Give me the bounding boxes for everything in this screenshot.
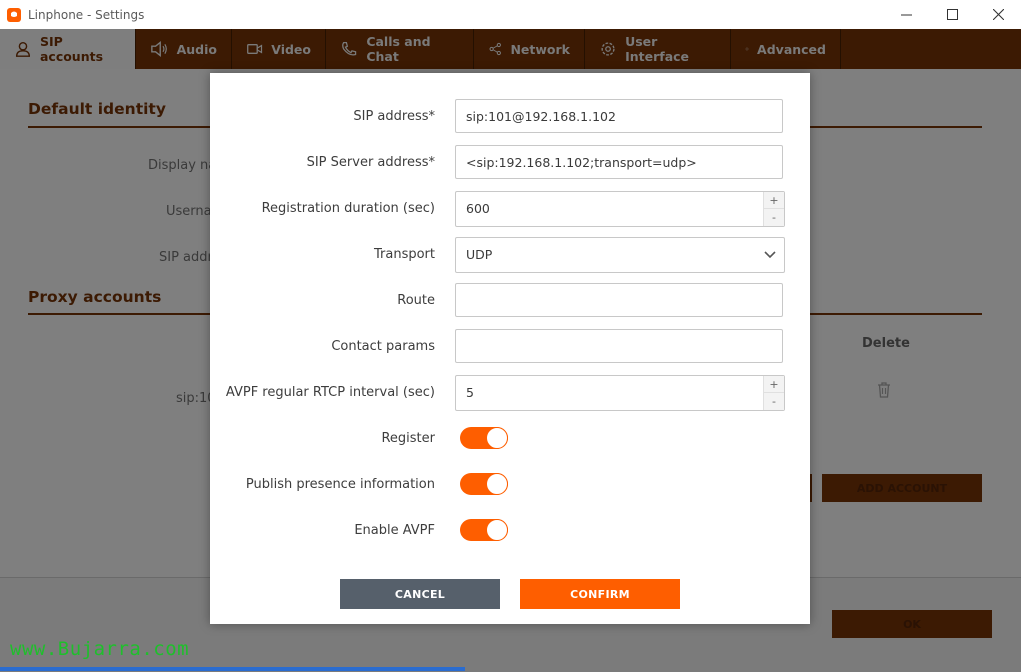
chevron-down-icon bbox=[764, 251, 776, 259]
avpf-interval-spinbox[interactable]: 5 + - bbox=[455, 375, 785, 411]
speaker-icon bbox=[151, 41, 167, 57]
confirm-button[interactable]: CONFIRM bbox=[520, 579, 680, 609]
enable-avpf-label: Enable AVPF bbox=[354, 523, 435, 538]
transport-select[interactable]: UDP bbox=[455, 237, 785, 273]
tab-user-interface[interactable]: User Interface bbox=[585, 29, 731, 69]
decrement-button[interactable]: - bbox=[764, 209, 784, 226]
decrement-button[interactable]: - bbox=[764, 393, 784, 410]
toggle-knob bbox=[486, 473, 508, 495]
register-label: Register bbox=[381, 431, 435, 446]
enable-avpf-row: Enable AVPF bbox=[210, 513, 810, 549]
settings-tab-bar: SIP accounts Audio Video Calls and Chat … bbox=[0, 29, 1021, 69]
tab-calls-and-chat[interactable]: Calls and Chat bbox=[326, 29, 474, 69]
watermark-text: www.Bujarra.com bbox=[10, 638, 190, 660]
contact-params-label: Contact params bbox=[331, 339, 435, 354]
proxy-accounts-title: Proxy accounts bbox=[28, 288, 162, 306]
publish-presence-label: Publish presence information bbox=[245, 477, 435, 492]
transport-row: Transport UDP bbox=[210, 237, 810, 273]
taskbar-strip bbox=[0, 667, 465, 671]
add-account-button[interactable]: ADD ACCOUNT bbox=[822, 474, 982, 502]
tab-label: Video bbox=[271, 41, 311, 57]
camera-icon bbox=[247, 44, 263, 54]
minimize-button[interactable] bbox=[883, 0, 929, 29]
avpf-interval-label: AVPF regular RTCP interval (sec) bbox=[225, 385, 435, 400]
avpf-interval-row: AVPF regular RTCP interval (sec) 5 + - bbox=[210, 375, 810, 411]
edit-account-dialog: SIP address* SIP Server address* Registr… bbox=[210, 73, 810, 624]
maximize-button[interactable] bbox=[929, 0, 975, 29]
gear-icon bbox=[601, 42, 615, 56]
sip-server-address-row: SIP Server address* bbox=[210, 145, 810, 181]
tab-label: Advanced bbox=[757, 41, 826, 57]
transport-value: UDP bbox=[466, 247, 493, 262]
toggle-knob bbox=[486, 427, 508, 449]
registration-duration-spinbox[interactable]: 600 + - bbox=[455, 191, 785, 227]
registration-duration-row: Registration duration (sec) 600 + - bbox=[210, 191, 810, 227]
phone-icon bbox=[342, 41, 357, 56]
cancel-button[interactable]: CANCEL bbox=[340, 579, 500, 609]
transport-label: Transport bbox=[373, 247, 435, 262]
tab-label: Network bbox=[510, 41, 570, 57]
sip-address-row: SIP address* bbox=[210, 99, 810, 135]
tab-label: User Interface bbox=[625, 34, 690, 64]
username-label: Userna bbox=[166, 204, 212, 219]
register-row: Register bbox=[210, 421, 810, 457]
contact-params-row: Contact params bbox=[210, 329, 810, 365]
increment-button[interactable]: + bbox=[764, 192, 784, 209]
user-icon bbox=[15, 41, 30, 57]
publish-presence-toggle[interactable] bbox=[460, 473, 508, 495]
registration-duration-label: Registration duration (sec) bbox=[261, 201, 435, 216]
tab-label: SIP accounts bbox=[39, 34, 104, 64]
trash-icon[interactable] bbox=[877, 382, 891, 398]
tab-sip-accounts[interactable]: SIP accounts bbox=[0, 29, 136, 69]
linphone-logo-icon bbox=[7, 7, 21, 22]
sip-server-address-input[interactable] bbox=[455, 145, 783, 179]
route-input[interactable] bbox=[455, 283, 783, 317]
tab-label: Calls and Chat bbox=[366, 34, 431, 64]
sip-address-input[interactable] bbox=[455, 99, 783, 133]
sip-address-label: SIP address* bbox=[353, 109, 435, 124]
tab-network[interactable]: Network bbox=[474, 29, 585, 69]
window-title: Linphone - Settings bbox=[28, 7, 145, 22]
route-row: Route bbox=[210, 283, 810, 319]
avpf-interval-value: 5 bbox=[466, 385, 474, 400]
title-bar: Linphone - Settings bbox=[0, 0, 1021, 29]
publish-presence-row: Publish presence information bbox=[210, 467, 810, 503]
display-name-label: Display na bbox=[148, 158, 217, 173]
register-toggle[interactable] bbox=[460, 427, 508, 449]
route-label: Route bbox=[397, 293, 435, 308]
sip-address-label: SIP addr bbox=[159, 250, 213, 265]
ok-button[interactable]: OK bbox=[832, 610, 992, 638]
tab-advanced[interactable]: Advanced bbox=[731, 29, 841, 69]
enable-avpf-toggle[interactable] bbox=[460, 519, 508, 541]
tab-label: Audio bbox=[176, 41, 217, 57]
tab-video[interactable]: Video bbox=[232, 29, 326, 69]
increment-button[interactable]: + bbox=[764, 376, 784, 393]
delete-column-header: Delete bbox=[862, 336, 910, 351]
sip-server-address-label: SIP Server address* bbox=[306, 155, 435, 170]
gear-icon bbox=[745, 47, 749, 51]
close-window-button[interactable] bbox=[975, 0, 1021, 29]
registration-duration-value: 600 bbox=[466, 201, 490, 216]
share-icon bbox=[489, 42, 501, 56]
default-identity-title: Default identity bbox=[28, 100, 166, 118]
toggle-knob bbox=[486, 519, 508, 541]
contact-params-input[interactable] bbox=[455, 329, 783, 363]
tab-audio[interactable]: Audio bbox=[136, 29, 232, 69]
